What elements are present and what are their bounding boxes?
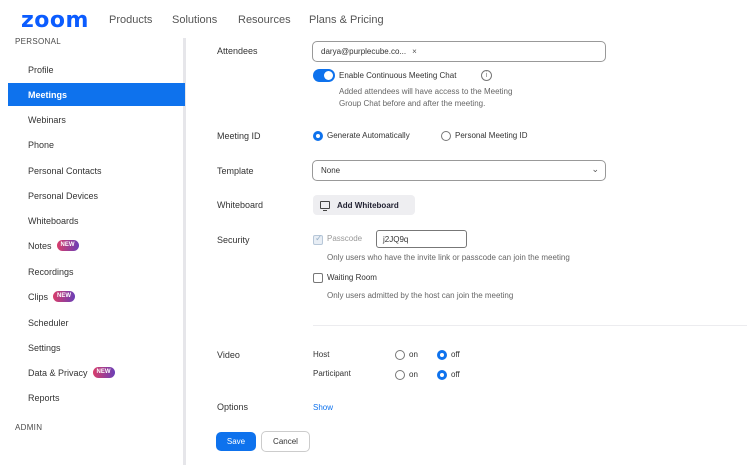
generate-automatically-radio[interactable] [313,131,323,141]
new-badge: NEW [53,291,76,302]
waiting-room-help: Only users admitted by the host can join… [327,291,514,300]
participant-off-label: off [451,370,460,379]
zoom-logo[interactable]: zoom [21,8,89,33]
sidebar-item-scheduler[interactable]: Scheduler [8,311,185,334]
nav-plans-pricing[interactable]: Plans & Pricing [309,14,384,26]
sidebar-item-label: Meetings [28,89,68,100]
whiteboard-label: Whiteboard [217,200,264,210]
template-value: None [321,166,341,175]
sidebar-item-label: Data & Privacy [28,367,88,378]
template-label: Template [217,166,254,176]
passcode-input[interactable]: j2JQ9q [376,230,467,248]
nav-solutions[interactable]: Solutions [172,14,217,26]
meeting-id-label: Meeting ID [217,131,261,141]
personal-meeting-id-label: Personal Meeting ID [455,131,528,140]
participant-video-off-radio[interactable] [437,370,447,380]
sidebar-item-clips[interactable]: Clips NEW [8,285,185,308]
add-whiteboard-label: Add Whiteboard [337,200,399,210]
sidebar-item-whiteboards[interactable]: Whiteboards [8,209,185,232]
sidebar-item-profile[interactable]: Profile [8,58,185,81]
host-on-label: on [409,350,418,359]
attendees-label: Attendees [217,46,258,56]
section-divider [313,325,747,326]
new-badge: NEW [56,240,79,251]
attendee-chip: darya@purplecube.co... [321,47,407,56]
sidebar-item-label: Recordings [28,266,74,277]
generate-automatically-label: Generate Automatically [327,131,410,140]
waiting-room-label: Waiting Room [327,273,377,282]
continuous-chat-help-2: Group Chat before and after the meeting. [339,99,486,108]
sidebar-item-label: Personal Contacts [28,165,102,176]
attendees-input[interactable]: darya@purplecube.co... × [312,41,606,62]
host-off-label: off [451,350,460,359]
nav-products[interactable]: Products [109,14,152,26]
host-video-off-radio[interactable] [437,350,447,360]
passcode-help: Only users who have the invite link or p… [327,253,570,262]
sidebar-item-label: Profile [28,64,54,75]
participant-label: Participant [313,369,351,378]
sidebar-item-personal-devices[interactable]: Personal Devices [8,184,185,207]
save-button[interactable]: Save [216,432,256,451]
sidebar-item-label: Whiteboards [28,215,79,226]
video-label: Video [217,350,240,360]
cancel-button[interactable]: Cancel [261,431,310,452]
sidebar-item-reports[interactable]: Reports [8,386,185,409]
participant-on-label: on [409,370,418,379]
sidebar-item-label: Clips [28,291,49,302]
sidebar-item-notes[interactable]: Notes NEW [8,234,185,257]
passcode-label: Passcode [327,234,363,243]
whiteboard-icon [320,201,330,211]
remove-attendee-icon[interactable]: × [412,47,417,56]
chevron-down-icon: ⌄ [591,164,599,174]
waiting-room-checkbox[interactable] [313,273,323,283]
sidebar-item-label: Personal Devices [28,190,99,201]
sidebar-item-label: Webinars [28,114,66,125]
sidebar-item-label: Reports [28,392,60,403]
sidebar-item-settings[interactable]: Settings [8,336,185,359]
sidebar-item-label: Notes [28,240,52,251]
sidebar-item-phone[interactable]: Phone [8,133,185,156]
sidebar-item-webinars[interactable]: Webinars [8,108,185,131]
personal-meeting-id-radio[interactable] [441,131,451,141]
add-whiteboard-button[interactable]: Add Whiteboard [313,195,415,215]
continuous-chat-label: Enable Continuous Meeting Chat [339,71,457,80]
personal-section-label: PERSONAL [15,37,61,46]
sidebar-item-meetings[interactable]: Meetings [8,83,185,106]
options-show-link[interactable]: Show [313,403,333,412]
host-label: Host [313,350,330,359]
continuous-chat-toggle[interactable] [313,69,335,82]
template-select[interactable]: None ⌄ [312,160,606,181]
sidebar-item-label: Settings [28,342,61,353]
sidebar-item-personal-contacts[interactable]: Personal Contacts [8,159,185,182]
top-navigation: zoom Products Solutions Resources Plans … [0,0,747,38]
nav-resources[interactable]: Resources [238,14,291,26]
sidebar-item-label: Scheduler [28,317,69,328]
continuous-chat-help-1: Added attendees will have access to the … [339,87,513,96]
sidebar-item-data-privacy[interactable]: Data & Privacy NEW [8,361,185,384]
security-label: Security [217,235,250,245]
sidebar: PERSONAL Profile Meetings Webinars Phone… [0,37,186,465]
new-badge: NEW [92,367,115,378]
passcode-checkbox [313,233,323,245]
sidebar-item-recordings[interactable]: Recordings [8,260,185,283]
info-icon[interactable]: i [481,70,492,81]
admin-section-label: ADMIN [15,423,43,432]
participant-video-on-radio[interactable] [395,370,405,380]
host-video-on-radio[interactable] [395,350,405,360]
options-label: Options [217,402,249,412]
sidebar-item-label: Phone [28,139,55,150]
